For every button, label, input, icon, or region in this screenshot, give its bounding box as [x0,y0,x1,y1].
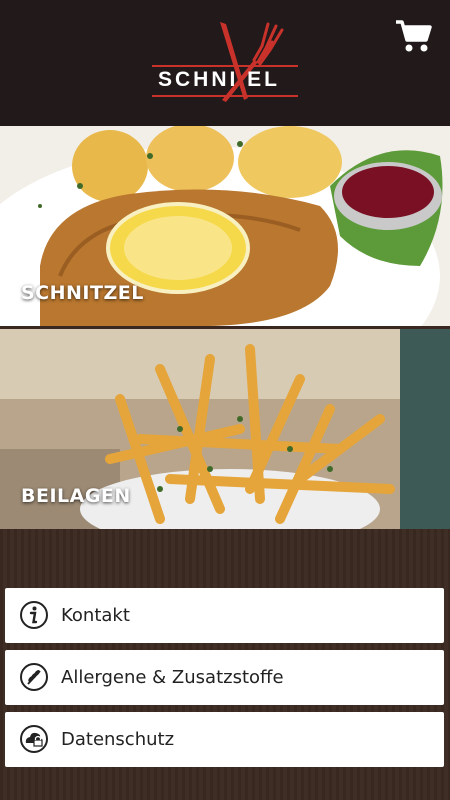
app-header: SCHNI EL [0,0,450,126]
menu-label-datenschutz: Datenschutz [61,729,175,750]
menu-label-allergene: Allergene & Zusatzstoffe [61,667,284,688]
tile-label-beilagen: BEILAGEN [21,485,131,507]
menu-item-kontakt[interactable]: Kontakt [5,588,444,643]
tile-beilagen[interactable]: BEILAGEN [0,329,450,529]
menu-label-kontakt: Kontakt [61,605,130,626]
schnixel-logo: SCHNI EL [150,20,300,104]
tile-schnitzel[interactable]: SCHNITZEL [0,126,450,326]
menu-item-datenschutz[interactable]: Datenschutz [5,712,444,767]
shopping-cart-icon[interactable] [394,18,432,54]
menu-item-allergene[interactable]: Allergene & Zusatzstoffe [5,650,444,705]
logo-text: SCHNI EL [158,68,281,91]
wheat-icon [19,662,49,692]
cloud-lock-icon [19,724,49,754]
tile-label-schnitzel: SCHNITZEL [21,282,144,304]
info-icon [19,600,49,630]
